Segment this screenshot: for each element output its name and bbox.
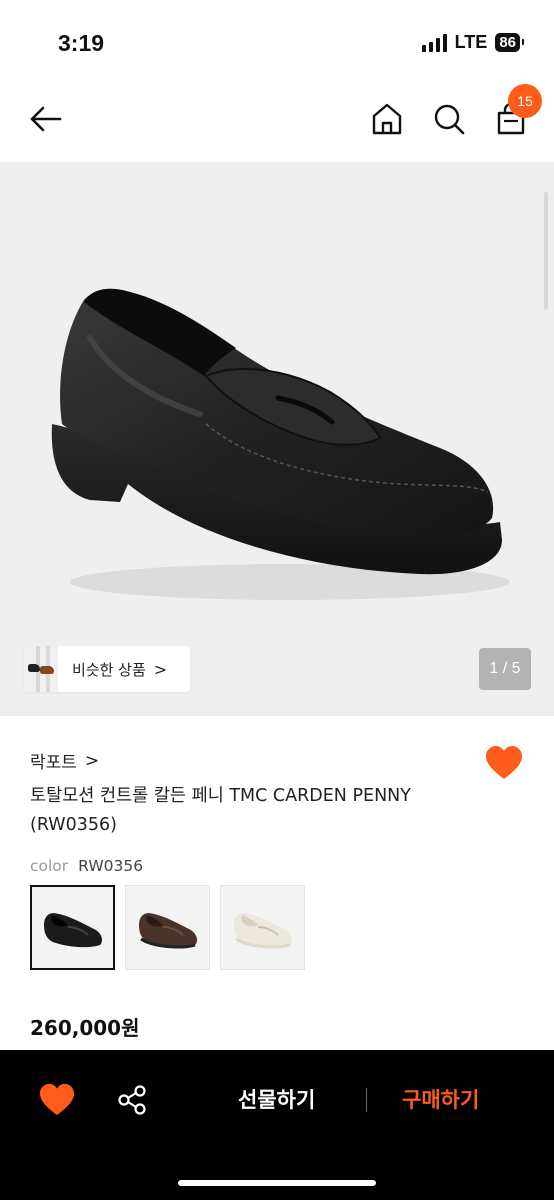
product-image-gallery[interactable]: 비슷한 상품 > 1 / 5 bbox=[0, 162, 554, 716]
similar-product-thumbnail bbox=[24, 646, 58, 692]
status-time: 3:19 bbox=[58, 30, 105, 56]
top-nav-bar bbox=[0, 80, 554, 162]
color-label: color bbox=[30, 857, 69, 875]
color-swatches bbox=[30, 885, 305, 970]
search-icon bbox=[434, 104, 465, 135]
home-icon bbox=[372, 103, 402, 135]
color-option-row: color RW0356 bbox=[30, 857, 143, 875]
search-button[interactable] bbox=[430, 100, 468, 138]
cellular-signal-icon bbox=[421, 33, 447, 52]
brand-name: 락포트 bbox=[30, 753, 77, 773]
cart-count-badge: 15 bbox=[508, 84, 542, 118]
swatch-black[interactable] bbox=[30, 885, 115, 970]
image-counter: 1 / 5 bbox=[479, 648, 531, 690]
brand-link[interactable]: 락포트 > bbox=[30, 748, 100, 774]
share-icon bbox=[118, 1085, 146, 1115]
color-value: RW0356 bbox=[78, 857, 144, 875]
status-indicators: LTE 86 bbox=[421, 32, 524, 53]
similar-products-button[interactable]: 비슷한 상품 > bbox=[24, 646, 190, 692]
chevron-right-icon: > bbox=[153, 659, 168, 679]
wishlist-button[interactable] bbox=[484, 744, 524, 782]
network-type: LTE bbox=[454, 32, 488, 52]
swatch-brown[interactable] bbox=[125, 885, 210, 970]
share-button[interactable] bbox=[116, 1083, 150, 1117]
brown-loafer-thumbnail bbox=[138, 912, 197, 948]
back-button[interactable] bbox=[26, 100, 66, 140]
heart-icon bbox=[486, 746, 522, 779]
bottom-wishlist-button[interactable] bbox=[38, 1082, 76, 1118]
buy-button[interactable]: 구매하기 bbox=[402, 1084, 479, 1114]
swatch-white[interactable] bbox=[220, 885, 305, 970]
loafer-shoe-image bbox=[51, 288, 510, 600]
product-price: 260,000원 bbox=[30, 1016, 140, 1040]
divider bbox=[366, 1088, 367, 1112]
gift-button[interactable]: 선물하기 bbox=[238, 1084, 315, 1114]
home-indicator bbox=[178, 1180, 376, 1186]
black-loafer-thumbnail bbox=[43, 912, 102, 947]
heart-icon bbox=[39, 1083, 75, 1116]
product-title: 토탈모션 컨트롤 칼든 페니 TMC CARDEN PENNY (RW0356) bbox=[30, 786, 411, 835]
white-loafer-thumbnail bbox=[233, 912, 292, 948]
similar-products-label: 비슷한 상품 bbox=[72, 660, 146, 679]
chevron-right-icon: > bbox=[84, 750, 100, 771]
battery-icon: 86 bbox=[495, 33, 524, 52]
home-button[interactable] bbox=[368, 100, 406, 138]
status-bar: 3:19 LTE 86 bbox=[0, 0, 554, 80]
bottom-action-bar: 선물하기 구매하기 bbox=[0, 1050, 554, 1200]
back-arrow-icon bbox=[30, 106, 62, 132]
